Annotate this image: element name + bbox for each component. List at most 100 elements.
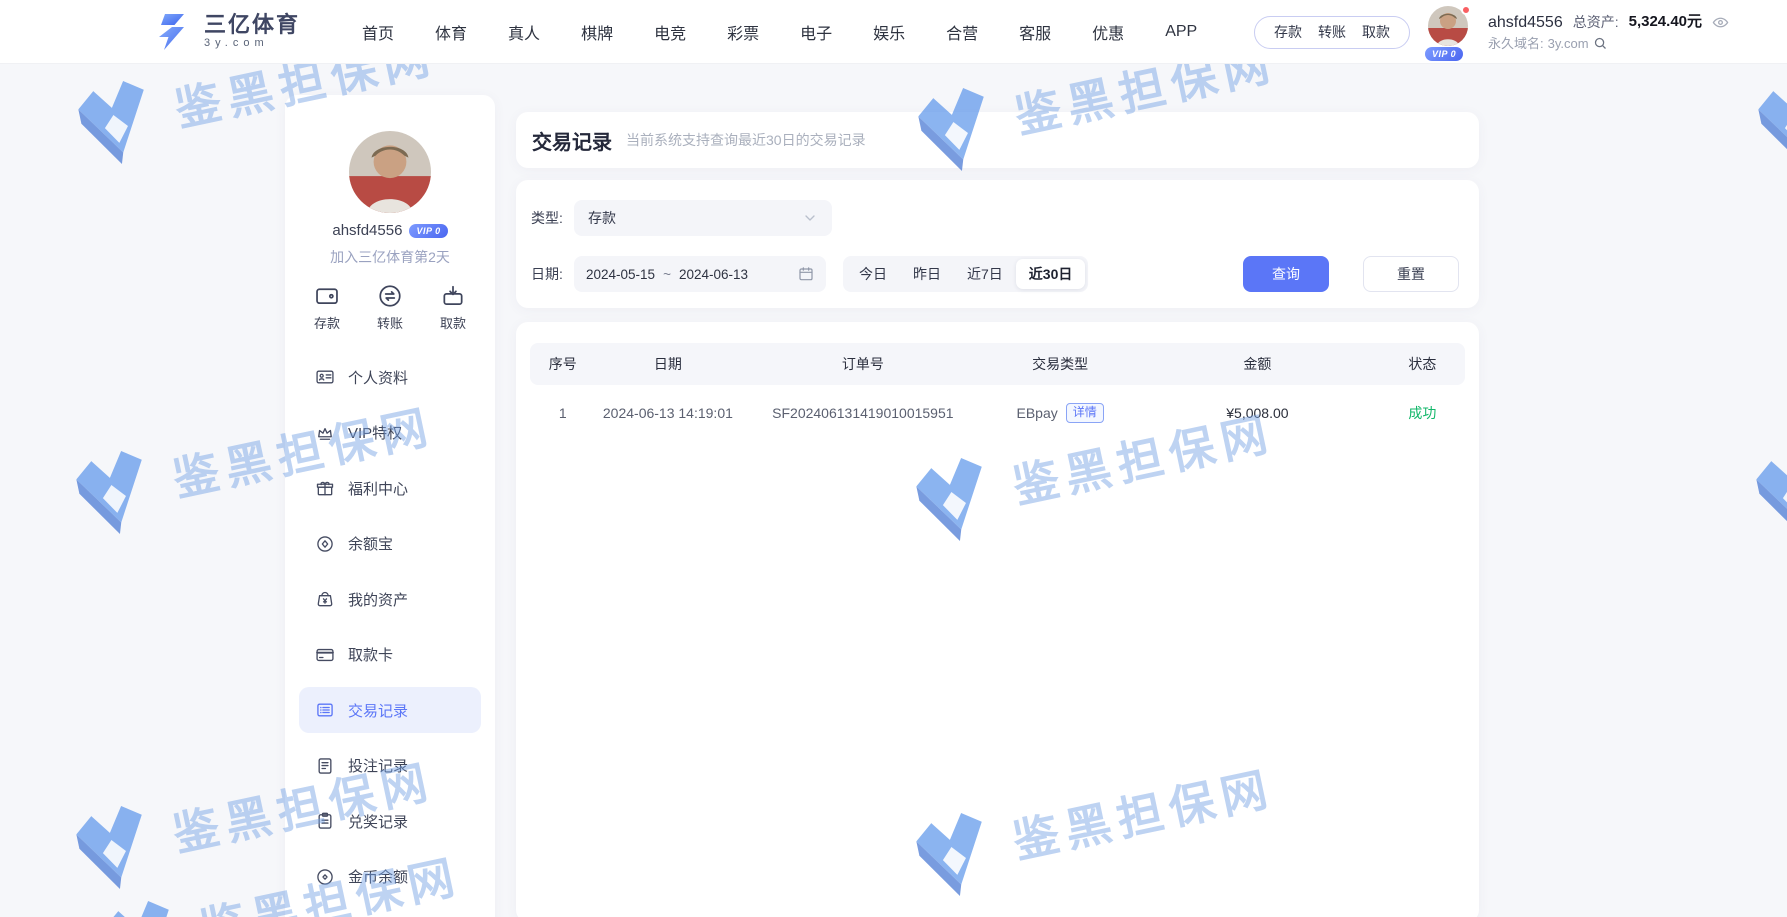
nav-item-esports[interactable]: 电竞 — [654, 20, 686, 44]
nav-item-live[interactable]: 真人 — [508, 20, 540, 44]
page-subtitle: 当前系统支持查询最近30日的交易记录 — [626, 130, 866, 150]
sidebar-item-label: VIP特权 — [348, 422, 402, 443]
sidebar-item-label: 福利中心 — [348, 478, 408, 499]
sidebar-item-label: 取款卡 — [348, 644, 393, 665]
table-header-row: 序号 日期 订单号 交易类型 金额 状态 — [530, 343, 1465, 385]
eye-icon[interactable] — [1712, 14, 1729, 31]
sidebar-item-bets[interactable]: 投注记录 — [299, 743, 481, 789]
sidebar-item-vip[interactable]: VIP特权 — [299, 410, 481, 456]
yuebao-coin-icon — [315, 534, 335, 554]
page-title-card: 交易记录 当前系统支持查询最近30日的交易记录 — [516, 112, 1479, 168]
avatar[interactable] — [349, 131, 431, 213]
profile-card-icon — [315, 367, 335, 387]
range-7days-button[interactable]: 近7日 — [954, 259, 1016, 289]
search-button[interactable]: 查询 — [1243, 256, 1329, 292]
vip-badge: VIP 0 — [1425, 47, 1463, 61]
gold-coin-icon — [315, 867, 335, 887]
sidebar-item-assets[interactable]: 我的资产 — [299, 576, 481, 622]
watermark-check-logo — [1738, 436, 1787, 545]
total-assets-value: 5,324.40元 — [1629, 13, 1702, 31]
purse-icon — [315, 589, 335, 609]
cell-type: EBpay 详情 — [985, 403, 1135, 422]
quick-action-withdraw[interactable]: 取款 — [440, 283, 466, 332]
type-select[interactable]: 存款 — [574, 200, 832, 236]
reset-button[interactable]: 重置 — [1363, 256, 1459, 292]
nav-item-home[interactable]: 首页 — [362, 20, 394, 44]
cell-order-no: SF202406131419010015951 — [740, 405, 985, 421]
range-today-button[interactable]: 今日 — [846, 259, 900, 289]
cell-date: 2024-06-13 14:19:01 — [595, 405, 740, 421]
nav-item-promo[interactable]: 优惠 — [1092, 20, 1124, 44]
range-yesterday-button[interactable]: 昨日 — [900, 259, 954, 289]
sidebar-item-welfare[interactable]: 福利中心 — [299, 465, 481, 511]
sidebar-item-label: 个人资料 — [348, 367, 408, 388]
sidebar-item-redeem[interactable]: 兑奖记录 — [299, 798, 481, 844]
transfer-icon — [377, 283, 403, 309]
watermark-check-logo — [58, 436, 167, 545]
header-avatar-wrap: VIP 0 — [1428, 6, 1470, 58]
sidebar-menu: 个人资料 VIP特权 福利中心 余额宝 我的资产 取款卡 — [299, 354, 481, 909]
nav-item-partner[interactable]: 合营 — [946, 20, 978, 44]
sidebar-item-label: 交易记录 — [348, 700, 408, 721]
sidebar-item-label: 兑奖记录 — [348, 811, 408, 832]
notification-dot — [1461, 5, 1471, 15]
nav-item-lottery[interactable]: 彩票 — [727, 20, 759, 44]
page-title: 交易记录 — [532, 126, 612, 155]
type-filter-label: 类型: — [531, 200, 563, 236]
nav-item-service[interactable]: 客服 — [1019, 20, 1051, 44]
search-icon[interactable] — [1593, 36, 1608, 51]
filter-card: 类型: 存款 日期: 2024-05-15 ~ 2024-06-13 今日 昨日… — [516, 180, 1479, 308]
main-nav: 首页 体育 真人 棋牌 电竞 彩票 电子 娱乐 合营 客服 优惠 APP — [362, 20, 1197, 44]
range-30days-button[interactable]: 近30日 — [1016, 259, 1086, 289]
watermark-check-logo — [85, 886, 194, 917]
calendar-icon — [798, 266, 814, 282]
nav-item-app[interactable]: APP — [1165, 23, 1197, 41]
date-separator: ~ — [663, 267, 671, 282]
date-quick-ranges: 今日 昨日 近7日 近30日 — [843, 256, 1088, 292]
gift-icon — [315, 478, 335, 498]
total-assets-label: 总资产: — [1573, 14, 1619, 31]
quick-actions: 存款 转账 取款 — [285, 283, 495, 332]
watermark: 鉴黑担保网 — [1738, 377, 1787, 545]
brand-bolt-icon — [150, 12, 194, 52]
sidebar-item-withdraw-card[interactable]: 取款卡 — [299, 632, 481, 678]
brand-logo[interactable]: 三亿体育 3y.com — [150, 12, 300, 52]
sidebar-item-label: 投注记录 — [348, 755, 408, 776]
header-deposit-link[interactable]: 存款 — [1274, 22, 1302, 42]
sidebar-item-label: 我的资产 — [348, 589, 408, 610]
column-header-order-no: 订单号 — [740, 354, 985, 374]
header-user-area: 存款 转账 取款 VIP 0 — [1254, 0, 1729, 64]
column-header-index: 序号 — [530, 354, 595, 374]
cell-index: 1 — [530, 405, 595, 421]
nav-item-entertainment[interactable]: 娱乐 — [873, 20, 905, 44]
header-withdraw-link[interactable]: 取款 — [1362, 22, 1390, 42]
type-select-value: 存款 — [588, 208, 802, 228]
date-range-input[interactable]: 2024-05-15 ~ 2024-06-13 — [574, 256, 826, 292]
cell-status: 成功 — [1380, 403, 1465, 423]
sidebar-item-gold-balance[interactable]: 金币余额 — [299, 854, 481, 900]
page: 三亿体育 3y.com 首页 体育 真人 棋牌 电竞 彩票 电子 娱乐 合营 客… — [0, 0, 1787, 917]
nav-item-slots[interactable]: 电子 — [800, 20, 832, 44]
header-transfer-link[interactable]: 转账 — [1318, 22, 1346, 42]
date-start-value: 2024-05-15 — [586, 267, 655, 282]
date-end-value: 2024-06-13 — [679, 267, 748, 282]
nav-item-chess[interactable]: 棋牌 — [581, 20, 613, 44]
date-filter-label: 日期: — [531, 256, 563, 292]
vip-badge: VIP 0 — [409, 224, 447, 238]
column-header-status: 状态 — [1380, 354, 1465, 374]
detail-tag-button[interactable]: 详情 — [1066, 403, 1104, 422]
wallet-pill: 存款 转账 取款 — [1254, 16, 1410, 49]
quick-action-label: 取款 — [440, 313, 466, 332]
nav-item-sports[interactable]: 体育 — [435, 20, 467, 44]
username: ahsfd4556 — [1488, 13, 1563, 32]
quick-action-label: 存款 — [314, 313, 340, 332]
sidebar-item-transactions[interactable]: 交易记录 — [299, 687, 481, 733]
domain-value: 3y.com — [1548, 36, 1589, 52]
sidebar-item-profile[interactable]: 个人资料 — [299, 354, 481, 400]
withdraw-icon — [440, 283, 466, 309]
quick-action-transfer[interactable]: 转账 — [377, 283, 403, 332]
sidebar-item-yuebao[interactable]: 余额宝 — [299, 521, 481, 567]
brand-name: 三亿体育 — [204, 13, 300, 36]
quick-action-deposit[interactable]: 存款 — [314, 283, 340, 332]
bet-doc-icon — [315, 756, 335, 776]
